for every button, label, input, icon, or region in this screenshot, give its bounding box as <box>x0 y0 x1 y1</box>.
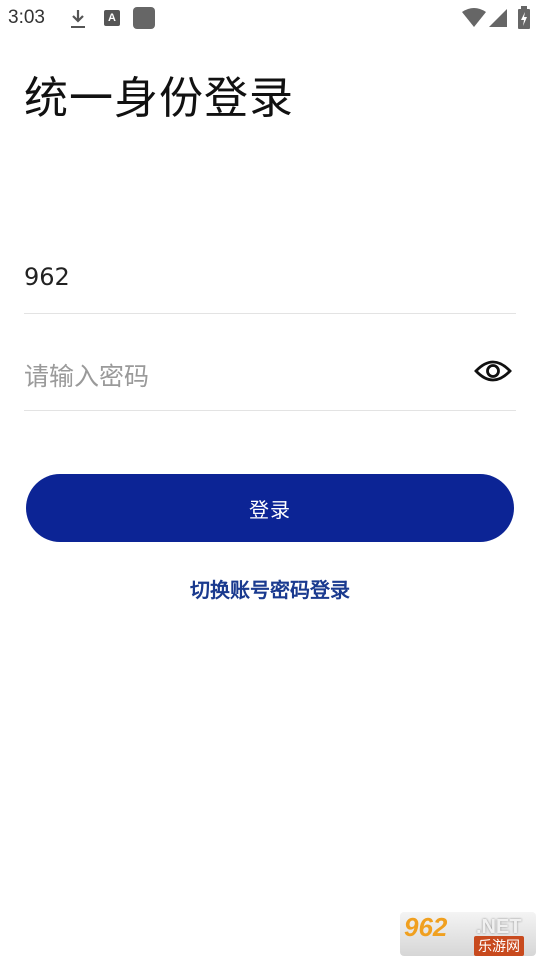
switch-account-password-link[interactable]: 切换账号密码登录 <box>0 574 540 603</box>
status-bar: 3:03 A <box>0 0 540 36</box>
watermark-logo: 962 .NET 乐游网 <box>400 912 536 956</box>
status-time: 3:03 <box>8 7 45 28</box>
a-icon: A <box>104 10 120 26</box>
page-title: 统一身份登录 <box>24 73 294 124</box>
battery-icon <box>518 6 530 29</box>
square-icon <box>133 7 155 29</box>
username-field[interactable]: 962 <box>24 250 516 314</box>
login-button[interactable]: 登录 <box>26 474 514 542</box>
eye-icon[interactable] <box>474 356 512 386</box>
watermark-sub: 乐游网 <box>474 936 524 956</box>
watermark-main: 962 <box>404 912 448 942</box>
password-placeholder[interactable]: 请输入密码 <box>24 357 149 393</box>
username-value[interactable]: 962 <box>24 263 70 291</box>
download-icon <box>71 10 85 28</box>
signal-icon <box>489 9 507 27</box>
wifi-icon <box>462 8 486 27</box>
login-button-label: 登录 <box>249 497 291 522</box>
password-field[interactable]: 请输入密码 <box>24 347 516 411</box>
